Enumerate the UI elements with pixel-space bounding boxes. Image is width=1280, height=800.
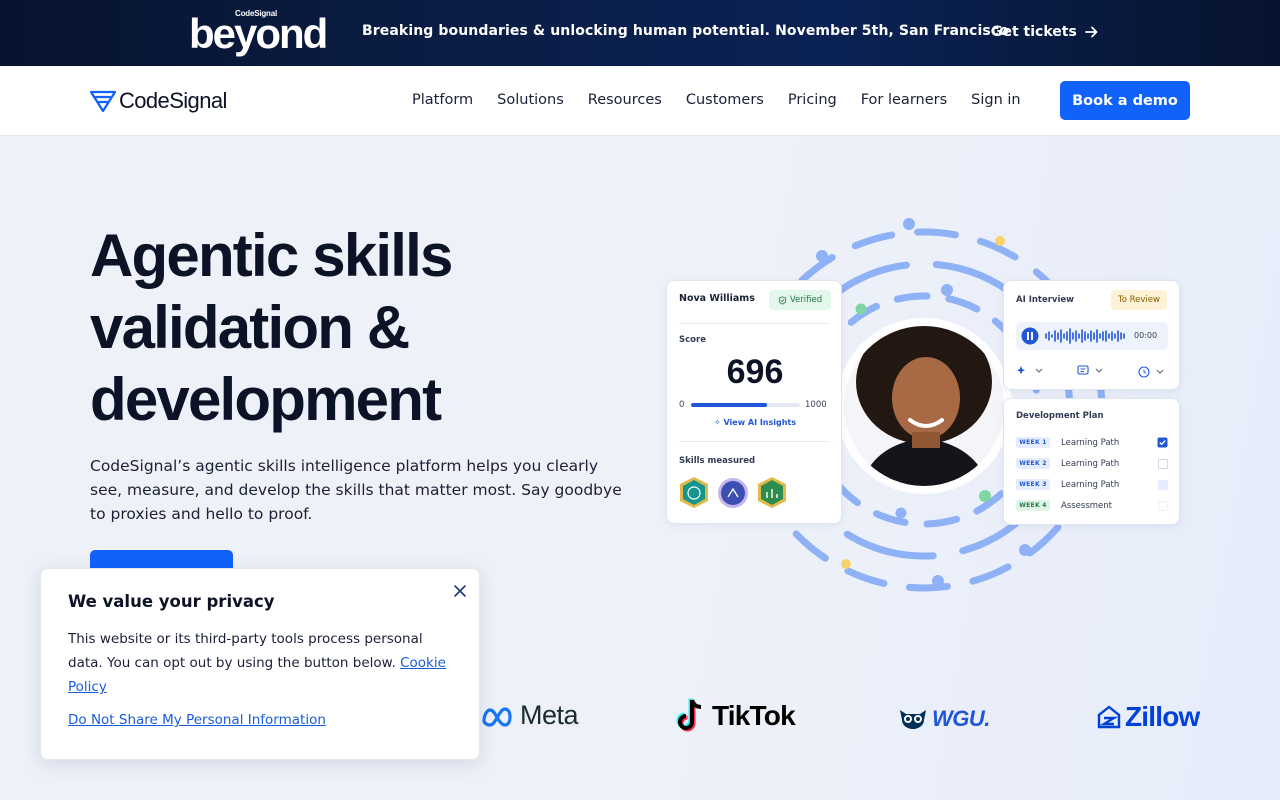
codesignal-mark-icon [90,90,116,113]
sparkle-icon: ✧ [713,418,721,427]
score-value: 696 [726,353,784,391]
main-nav: CodeSignal Platform Solutions Resources … [0,66,1280,136]
get-tickets-link[interactable]: Get tickets [991,24,1098,40]
dev-plan-row[interactable]: WEEK 4 Assessment [1016,500,1168,511]
dev-plan-row[interactable]: WEEK 1 Learning Path [1016,437,1168,448]
ai-interview-card: AI Interview To Review 00:00 [1003,280,1180,390]
verified-badge: Verified [769,290,831,310]
zillow-logo: Zillow [1097,701,1200,733]
candidate-name: Nova Williams [679,293,755,304]
audio-player: 00:00 [1016,322,1168,350]
beyond-logo[interactable]: CodeSignal beyond [189,8,331,58]
dev-plan-row[interactable]: WEEK 2 Learning Path [1016,458,1168,469]
nav-platform[interactable]: Platform [412,92,473,108]
nav-for-learners[interactable]: For learners [861,92,947,108]
owl-icon [900,710,926,729]
tiktok-logo: TikTok [674,697,796,735]
nav-links: Platform Solutions Resources Customers P… [412,92,1045,108]
audio-time: 00:00 [1134,331,1158,340]
profile-card: Nova Williams Verified Score 696 0 1000 … [666,280,842,524]
ai-interview-title: AI Interview [1016,295,1075,305]
checkbox-checked-icon[interactable] [1157,437,1168,448]
hero-subtitle: CodeSignal’s agentic skills intelligence… [90,457,622,523]
nav-pricing[interactable]: Pricing [788,92,837,108]
tiktok-wordmark: TikTok [712,700,796,731]
verified-label: Verified [789,295,823,305]
do-not-share-link[interactable]: Do Not Share My Personal Information [68,712,326,728]
privacy-body-text: This website or its third-party tools pr… [68,631,423,671]
book-demo-button[interactable]: Book a demo [1060,81,1190,120]
shield-check-icon [778,295,786,305]
meta-wordmark: Meta [520,700,579,730]
score-label: Score [679,335,706,345]
meta-infinity-icon [482,706,512,727]
score-min: 0 [679,400,685,410]
dev-plan-title: Development Plan [1016,411,1104,421]
arrow-right-icon [1084,26,1098,38]
dev-row-label: Learning Path [1061,437,1120,448]
checkbox[interactable] [1158,458,1168,469]
week-tag: WEEK 3 [1016,479,1050,490]
skills-measured-label: Skills measured [679,456,756,466]
skill-badges [680,477,786,508]
dev-row-label: Learning Path [1061,458,1120,469]
view-ai-insights-link[interactable]: ✧ View AI Insights [667,418,843,427]
waveform-icon [1045,328,1125,344]
wgu-logo: WGU. [898,706,990,732]
score-bar-fill [691,403,767,407]
codesignal-logo[interactable]: CodeSignal [90,88,227,114]
score-bar [691,403,800,407]
to-review-badge: To Review [1111,290,1167,310]
beyond-logo-big: beyond [189,10,328,57]
tiktok-note-icon [676,698,702,732]
view-ai-insights-label: View AI Insights [723,418,797,427]
nav-resources[interactable]: Resources [588,92,662,108]
dev-row-label: Learning Path [1061,479,1120,490]
privacy-body: This website or its third-party tools pr… [68,627,458,699]
zillow-house-icon [1097,705,1121,729]
close-button[interactable] [451,582,469,600]
dev-plan-row[interactable]: WEEK 3 Learning Path [1016,479,1168,490]
dev-row-label: Assessment [1061,500,1112,511]
privacy-dialog: We value your privacy This website or it… [40,568,480,760]
product-illustration: Nova Williams Verified Score 696 0 1000 … [660,210,1190,600]
sparkle-dropdown-icon[interactable] [1016,364,1046,378]
zillow-wordmark: Zillow [1125,701,1200,732]
nav-solutions[interactable]: Solutions [497,92,564,108]
privacy-title: We value your privacy [68,592,275,611]
customer-logos: Meta TikTok WGU. Zillow [480,695,1280,745]
event-banner: CodeSignal beyond Breaking boundaries & … [0,0,1280,66]
meta-logo: Meta [480,700,579,731]
development-plan-card: Development Plan WEEK 1 Learning Path WE… [1003,398,1180,525]
checkbox[interactable] [1158,500,1168,511]
wgu-wordmark: WGU. [932,706,990,731]
close-icon [454,585,466,597]
week-tag: WEEK 4 [1016,500,1050,511]
week-tag: WEEK 2 [1016,458,1050,469]
codesignal-wordmark: CodeSignal [119,88,227,113]
nav-customers[interactable]: Customers [686,92,764,108]
pause-icon[interactable] [1021,327,1039,345]
score-max: 1000 [805,400,827,410]
transcript-dropdown-icon[interactable] [1076,364,1106,378]
hero-title: Agentic skills validation & development [90,222,453,433]
banner-text: Breaking boundaries & unlocking human po… [362,23,1009,39]
get-tickets-label: Get tickets [991,24,1077,40]
nav-sign-in[interactable]: Sign in [971,92,1020,108]
checkbox[interactable] [1158,479,1168,490]
clock-dropdown-icon[interactable] [1137,365,1167,379]
week-tag: WEEK 1 [1016,437,1050,448]
